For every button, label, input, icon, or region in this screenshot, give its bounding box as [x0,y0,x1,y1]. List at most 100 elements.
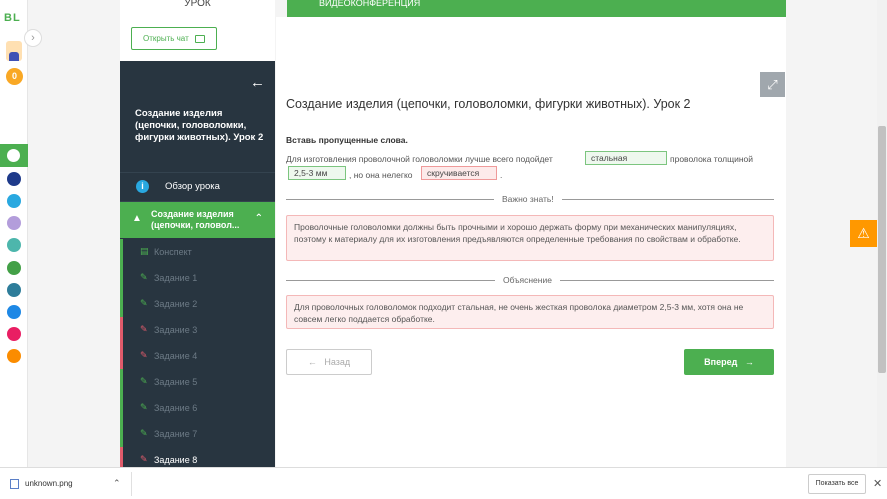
chat-icon [194,34,205,43]
app-icon-teal[interactable] [7,238,21,252]
lesson-label: УРОК [184,0,211,9]
coin-counter: 0 [6,68,23,85]
book-icon: ▤ [140,246,149,256]
sidebar-item-task[interactable]: ✎ Задание 5 [120,369,275,395]
sidebar-header: УРОК Открыть чат [120,0,275,61]
edit-icon: ✎ [140,428,148,438]
download-file-name: unknown.png [25,479,73,489]
important-box: Проволочные головоломки должны быть проч… [286,215,774,261]
videoconference-bar[interactable]: ВИДЕОКОНФЕРЕНЦИЯ [287,0,786,17]
sidebar-item-task[interactable]: ✎ Задание 4 [120,343,275,369]
open-chat-button[interactable]: Открыть чат [131,27,217,50]
graduation-cap-icon: ▲ [132,213,142,224]
open-chat-label: Открыть чат [143,34,189,43]
app-icon-purple[interactable] [7,216,21,230]
sidebar-item-label: Задание 2 [154,299,198,309]
sentence-part-2: проволока толщиной [670,154,754,164]
edit-icon: ✎ [140,350,148,360]
status-marker [120,317,123,343]
status-marker [120,291,123,317]
back-button[interactable]: ← Назад [286,349,372,375]
edit-icon: ✎ [140,298,148,308]
chevron-up-icon: ⌃ [254,213,263,224]
lesson-sidebar: ← Создание изделия (цепочки, головоломки… [120,61,275,473]
app-icon-green[interactable] [7,261,21,275]
page-title: Создание изделия (цепочки, головоломки, … [286,97,691,111]
task-sentence-line-1: Для изготовления проволочной головоломки… [286,154,553,164]
sidebar-toggle-button[interactable]: › [24,29,42,47]
download-bar: unknown.png ⌃ Показать все ✕ [0,467,887,499]
sidebar-item-task[interactable]: ✎ Задание 7 [120,421,275,447]
back-button-label: Назад [324,357,351,367]
sidebar-item-label: Задание 4 [154,351,198,361]
chevron-up-icon[interactable]: ⌃ [113,478,121,489]
sidebar-section-current[interactable]: ▲ Создание изделия (цепочки, головол... … [120,202,275,238]
sidebar-section-label: Создание изделия (цепочки, головол... [151,209,240,230]
edit-icon: ✎ [140,324,148,334]
sidebar-item-label: Задание 6 [154,403,198,413]
status-marker [120,239,123,265]
answer-input-1[interactable]: стальная [585,151,667,165]
answer-input-3[interactable]: скручивается [421,166,497,180]
sentence-part-4: . [500,170,503,180]
sidebar-item-task[interactable]: ✎ Задание 6 [120,395,275,421]
next-button-label: Вперед [704,357,738,367]
expand-icon[interactable]: ⤢ [760,72,785,97]
show-all-button[interactable]: Показать все [808,474,866,494]
explanation-box: Для проволочных головоломок подходит ста… [286,295,774,329]
sidebar-item-label: Задание 5 [154,377,198,387]
sentence-part-1: Для изготовления проволочной головоломки… [286,154,553,164]
edit-icon: ✎ [140,402,148,412]
app-icon-orange[interactable] [7,349,21,363]
next-button[interactable]: Вперед → [684,349,774,375]
app-rail: BL 0 [0,0,28,467]
warning-icon[interactable]: ⚠ [850,220,877,247]
image-file-icon [10,479,19,489]
sidebar-item-label: Обзор урока [165,181,220,192]
sidebar-title: Создание изделия (цепочки, головоломки, … [135,108,264,143]
app-icon-blue-1[interactable] [7,172,21,186]
close-icon[interactable]: ✕ [873,477,882,490]
edit-icon: ✎ [140,272,148,282]
edit-icon: ✎ [140,376,148,386]
sidebar-item-label: Конспект [154,247,192,257]
app-icon-blue-3[interactable] [7,305,21,319]
sidebar-item-label: Задание 8 [154,455,198,465]
explanation-label: Объяснение [495,275,560,285]
logo: BL [4,12,21,24]
sidebar-item-task[interactable]: ▤ Конспект [120,239,275,265]
edit-icon: ✎ [140,454,148,464]
rail-item-active[interactable] [0,144,28,167]
arrow-left-icon: ← [307,357,317,367]
download-item[interactable]: unknown.png [10,479,73,489]
videoconference-label: ВИДЕОКОНФЕРЕНЦИЯ [319,0,421,8]
page-scrollbar[interactable] [877,0,887,467]
arrow-right-icon: → [744,357,754,367]
answer-input-2[interactable]: 2,5-3 мм [288,166,346,180]
sidebar-item-label: Задание 1 [154,273,198,283]
scrollbar-thumb[interactable] [878,126,886,373]
status-marker [120,265,123,291]
sidebar-item-task[interactable]: ✎ Задание 2 [120,291,275,317]
app-icon-red[interactable] [7,327,21,341]
info-icon: i [136,180,149,193]
status-marker [120,343,123,369]
status-marker [120,369,123,395]
chevron-right-icon: › [31,32,35,44]
circle-icon [7,149,20,162]
sidebar-item-task[interactable]: ✎ Задание 1 [120,265,275,291]
avatar[interactable] [6,41,22,61]
sidebar-item-overview[interactable]: i Обзор урока [120,172,275,202]
sentence-part-3: , но она нелегко [349,170,413,180]
sidebar-item-label: Задание 7 [154,429,198,439]
status-marker [120,421,123,447]
sidebar-item-task[interactable]: ✎ Задание 3 [120,317,275,343]
app-icon-blue-2[interactable] [7,283,21,297]
sidebar-item-label: Задание 3 [154,325,198,335]
app-icon-help[interactable] [7,194,21,208]
status-marker [120,395,123,421]
important-label: Важно знать! [494,194,562,204]
arrow-left-icon[interactable]: ← [250,74,265,91]
divider [131,472,132,496]
task-instruction: Вставь пропущенные слова. [286,135,408,145]
